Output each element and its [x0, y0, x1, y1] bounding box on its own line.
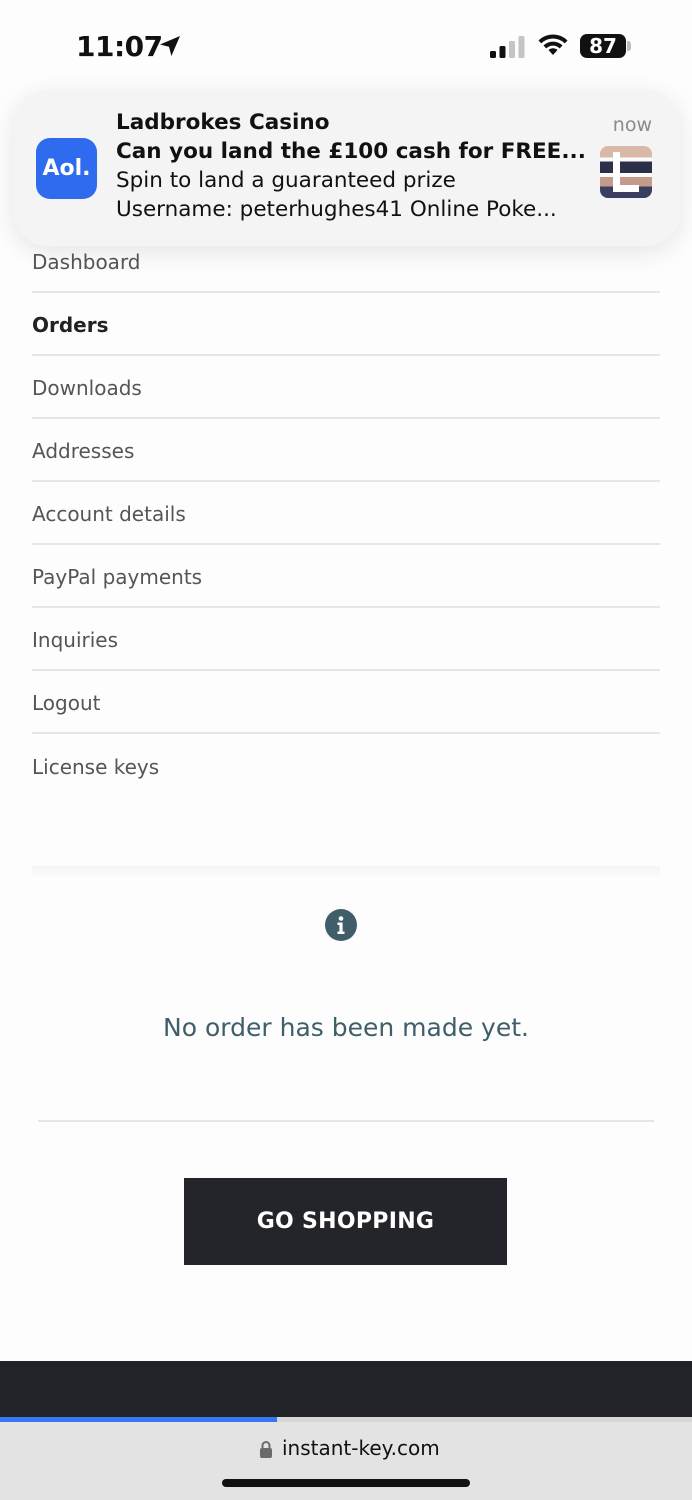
nav-item-license-keys[interactable]: License keys: [32, 734, 660, 797]
nav-item-account-details[interactable]: Account details: [32, 482, 660, 545]
browser-address-bar[interactable]: instant-key.com: [0, 1417, 692, 1500]
page-load-progress-fill: [0, 1417, 277, 1422]
cellular-signal-icon: [490, 36, 525, 58]
battery-cap: [627, 41, 631, 51]
notification-body-line1: Spin to land a guaranteed prize: [116, 168, 456, 193]
notification-time: now: [612, 114, 652, 136]
page-load-progress: [0, 1417, 692, 1422]
wifi-icon: [538, 34, 568, 55]
lock-icon: [260, 1441, 272, 1458]
account-navigation: Dashboard Orders Downloads Addresses Acc…: [32, 230, 660, 797]
nav-item-addresses[interactable]: Addresses: [32, 419, 660, 482]
nav-item-orders[interactable]: Orders: [32, 293, 660, 356]
thumbnail-letter-l-icon: [613, 152, 639, 192]
nav-item-downloads[interactable]: Downloads: [32, 356, 660, 419]
location-arrow-icon: [160, 36, 180, 56]
notification-title: Ladbrokes Casino: [116, 110, 330, 135]
site-footer: [0, 1361, 692, 1417]
battery-icon: 87: [580, 34, 626, 58]
url-text[interactable]: instant-key.com: [282, 1436, 440, 1460]
go-shopping-button[interactable]: GO SHOPPING: [184, 1178, 507, 1265]
home-indicator[interactable]: [222, 1479, 470, 1487]
notification-body-line2: Username: peterhughes41 Online Poke...: [116, 197, 557, 222]
nav-item-logout[interactable]: Logout: [32, 671, 660, 734]
nav-item-inquiries[interactable]: Inquiries: [32, 608, 660, 671]
info-icon: [325, 909, 357, 941]
notification-content: Ladbrokes Casino Can you land the £100 c…: [116, 108, 606, 224]
notification-thumbnail: [600, 146, 652, 198]
notification-headline: Can you land the £100 cash for FREE...: [116, 139, 586, 164]
status-time: 11:07: [76, 30, 163, 63]
status-bar: 11:07 87: [0, 0, 692, 90]
empty-orders-message: No order has been made yet.: [163, 1013, 529, 1042]
nav-item-paypal-payments[interactable]: PayPal payments: [32, 545, 660, 608]
aol-app-icon: Aol.: [36, 138, 97, 199]
push-notification[interactable]: Aol. Ladbrokes Casino Can you land the £…: [14, 90, 680, 246]
section-divider-band: [32, 866, 660, 876]
notice-divider: [38, 1120, 654, 1122]
